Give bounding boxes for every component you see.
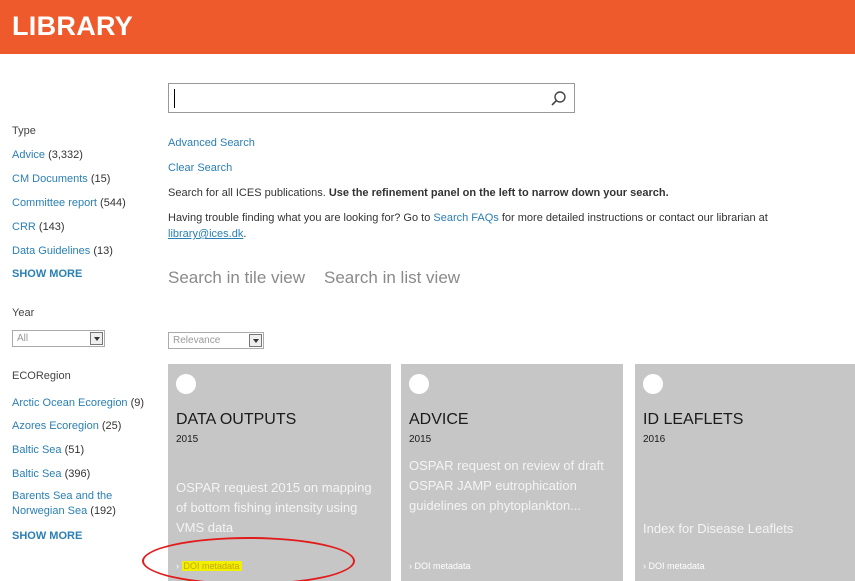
facet-count: (9) xyxy=(130,397,145,409)
tile-description: OSPAR request 2015 on mapping of bottom … xyxy=(176,480,372,535)
facet-eco-baltic-sea-1[interactable]: Baltic Sea (51) xyxy=(12,444,84,456)
librarian-email-link[interactable]: library@ices.dk xyxy=(168,228,243,240)
doi-metadata-link[interactable]: › DOI metadata xyxy=(409,561,471,571)
facet-count: (51) xyxy=(64,444,85,456)
facet-type-cm-documents[interactable]: CM Documents (15) xyxy=(12,173,110,185)
facet-label: Advice xyxy=(12,149,46,161)
type-show-more-link[interactable]: SHOW MORE xyxy=(12,268,82,280)
doi-label: DOI metadata xyxy=(414,561,471,571)
tile-type: ID LEAFLETS xyxy=(643,411,744,428)
help-text-part: for more detailed instructions or contac… xyxy=(498,212,768,224)
facet-label: Data Guidelines xyxy=(12,245,91,257)
facet-label: Baltic Sea xyxy=(12,444,62,456)
list-view-tab[interactable]: Search in list view xyxy=(324,268,460,288)
tile-type: ADVICE xyxy=(409,411,469,428)
tile-year: 2015 xyxy=(176,434,199,445)
tile-description: OSPAR request on review of draft OSPAR J… xyxy=(409,458,604,513)
doi-metadata-link[interactable]: › DOI metadata xyxy=(643,561,705,571)
facet-count: (3,332) xyxy=(48,149,83,161)
facet-label: CRR xyxy=(12,221,36,233)
facet-count: (25) xyxy=(101,420,122,432)
page-title: LIBRARY xyxy=(12,11,134,41)
facet-type-data-guidelines[interactable]: Data Guidelines (13) xyxy=(12,245,113,257)
annotation-ellipse xyxy=(142,537,355,581)
tile-year: 2016 xyxy=(643,434,666,445)
facet-label: CM Documents xyxy=(12,173,88,185)
facet-type-crr[interactable]: CRR (143) xyxy=(12,221,65,233)
tile-year: 2015 xyxy=(409,434,432,445)
chevron-down-icon[interactable] xyxy=(249,334,262,347)
ecoregion-heading: ECORegion xyxy=(12,370,71,382)
facet-eco-arctic-ocean[interactable]: Arctic Ocean Ecoregion (9) xyxy=(12,397,144,409)
chevron-down-icon[interactable] xyxy=(90,332,103,345)
facet-count: (192) xyxy=(90,505,116,517)
help-text: Having trouble finding what you are look… xyxy=(168,212,768,224)
tile-circle-icon xyxy=(176,374,196,394)
search-box[interactable] xyxy=(168,83,575,113)
ecoregion-show-more-link[interactable]: SHOW MORE xyxy=(12,530,82,542)
year-select[interactable]: All xyxy=(12,330,105,347)
facet-type-committee-report[interactable]: Committee report (544) xyxy=(12,197,126,209)
tile-circle-icon xyxy=(409,374,429,394)
year-heading: Year xyxy=(12,307,35,319)
facet-eco-barents-sea[interactable]: Barents Sea and the Norwegian Sea (192) xyxy=(12,489,152,519)
info-text-part: Search for all ICES publications. xyxy=(168,187,329,199)
facet-label: Baltic Sea xyxy=(12,468,62,480)
tile-view-tab[interactable]: Search in tile view xyxy=(168,268,305,288)
advanced-search-link[interactable]: Advanced Search xyxy=(168,137,255,149)
search-icon[interactable] xyxy=(550,90,568,108)
page-header: LIBRARY xyxy=(0,0,855,54)
help-text-end: . xyxy=(243,228,247,240)
sort-select[interactable]: Relevance xyxy=(168,332,264,349)
facet-label: Committee report xyxy=(12,197,97,209)
help-text-part: Having trouble finding what you are look… xyxy=(168,212,434,224)
facet-label: Azores Ecoregion xyxy=(12,420,99,432)
facet-count: (143) xyxy=(38,221,65,233)
doi-label: DOI metadata xyxy=(648,561,705,571)
facet-count: (544) xyxy=(100,197,126,209)
search-faqs-link[interactable]: Search FAQs xyxy=(433,212,498,224)
facet-label: Arctic Ocean Ecoregion xyxy=(12,397,128,409)
year-select-value: All xyxy=(17,333,29,344)
facet-count: (396) xyxy=(64,468,91,480)
info-text-bold: Use the refinement panel on the left to … xyxy=(328,187,669,199)
result-tile-advice[interactable]: ADVICE 2015 OSPAR request on review of d… xyxy=(401,364,623,581)
type-heading: Type xyxy=(12,125,36,137)
facet-eco-azores[interactable]: Azores Ecoregion (25) xyxy=(12,420,121,432)
facet-count: (13) xyxy=(93,245,113,257)
search-input[interactable] xyxy=(173,87,543,109)
result-tile-id-leaflets[interactable]: ID LEAFLETS 2016 Index for Disease Leafl… xyxy=(635,364,855,581)
tile-type: DATA OUTPUTS xyxy=(176,411,297,428)
search-info-text: Search for all ICES publications. Use th… xyxy=(168,187,669,199)
facet-eco-baltic-sea-2[interactable]: Baltic Sea (396) xyxy=(12,468,90,480)
tile-description: Index for Disease Leaflets xyxy=(643,521,794,536)
tile-circle-icon xyxy=(643,374,663,394)
facet-type-advice[interactable]: Advice (3,332) xyxy=(12,149,83,161)
sort-select-value: Relevance xyxy=(173,335,221,346)
help-text-email-line: library@ices.dk. xyxy=(168,228,246,240)
clear-search-link[interactable]: Clear Search xyxy=(168,162,232,174)
facet-count: (15) xyxy=(90,173,111,185)
